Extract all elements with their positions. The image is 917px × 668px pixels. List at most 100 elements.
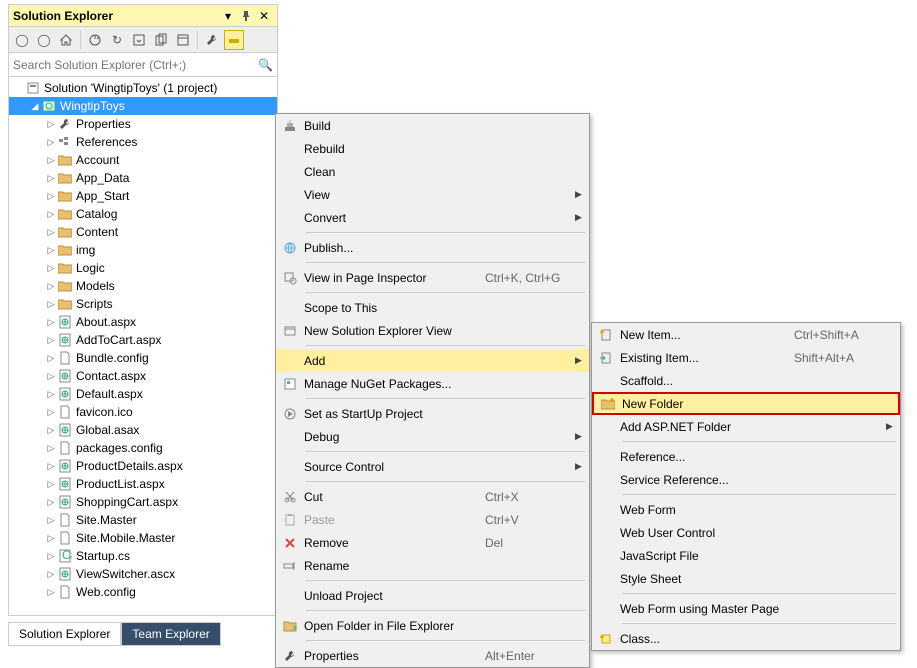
close-icon[interactable]: ✕ [255,7,273,25]
collapse-icon[interactable] [129,30,149,50]
menu-item-convert[interactable]: Convert▶ [276,206,589,229]
tree-item-24[interactable]: ▷C#Startup.cs [9,547,277,565]
expand-icon[interactable]: ▷ [45,569,57,580]
tree-item-16[interactable]: ▷favicon.ico [9,403,277,421]
tree-item-17[interactable]: ▷Global.asax [9,421,277,439]
menu-item-rebuild[interactable]: Rebuild [276,137,589,160]
tree-item-20[interactable]: ▷ProductList.aspx [9,475,277,493]
tree-item-19[interactable]: ▷ProductDetails.aspx [9,457,277,475]
submenu-item-style-sheet[interactable]: Style Sheet [592,567,900,590]
expand-icon[interactable]: ▷ [45,497,57,508]
submenu-item-web-user-control[interactable]: Web User Control [592,521,900,544]
expand-icon[interactable]: ▷ [45,353,57,364]
properties-icon[interactable] [173,30,193,50]
expand-icon[interactable]: ▷ [45,137,57,148]
tree-item-11[interactable]: ▷About.aspx [9,313,277,331]
expand-icon[interactable]: ▷ [45,299,57,310]
submenu-item-class-[interactable]: Class... [592,627,900,650]
menu-item-scope-to-this[interactable]: Scope to This [276,296,589,319]
submenu-item-add-asp-net-folder[interactable]: Add ASP.NET Folder▶ [592,415,900,438]
sync-icon[interactable] [85,30,105,50]
tree-item-4[interactable]: ▷App_Start [9,187,277,205]
expand-icon[interactable]: ▷ [45,335,57,346]
show-all-icon[interactable] [151,30,171,50]
submenu-item-new-folder[interactable]: New Folder [592,392,900,415]
expand-icon[interactable]: ▷ [45,191,57,202]
menu-item-debug[interactable]: Debug▶ [276,425,589,448]
expand-icon[interactable]: ▷ [45,371,57,382]
expand-icon[interactable]: ▷ [45,551,57,562]
submenu-item-scaffold-[interactable]: Scaffold... [592,369,900,392]
dropdown-icon[interactable]: ▾ [219,7,237,25]
tree-item-22[interactable]: ▷Site.Master [9,511,277,529]
tab-team-explorer[interactable]: Team Explorer [121,622,220,646]
wrench-icon[interactable] [202,30,222,50]
expand-icon[interactable]: ▷ [45,443,57,454]
tree-item-3[interactable]: ▷App_Data [9,169,277,187]
tree-item-0[interactable]: ▷Properties [9,115,277,133]
expand-icon[interactable]: ▷ [45,173,57,184]
expand-icon[interactable]: ▷ [45,515,57,526]
search-icon[interactable]: 🔍 [255,58,273,72]
expand-icon[interactable]: ▷ [45,533,57,544]
expand-icon[interactable]: ◢ [29,101,41,112]
tree-item-23[interactable]: ▷Site.Mobile.Master [9,529,277,547]
menu-item-clean[interactable]: Clean [276,160,589,183]
menu-item-properties[interactable]: PropertiesAlt+Enter [276,644,589,667]
menu-item-source-control[interactable]: Source Control▶ [276,455,589,478]
menu-item-view-in-page-inspector[interactable]: View in Page InspectorCtrl+K, Ctrl+G [276,266,589,289]
menu-item-unload-project[interactable]: Unload Project [276,584,589,607]
menu-item-set-as-startup-project[interactable]: Set as StartUp Project [276,402,589,425]
pin-icon[interactable] [237,7,255,25]
forward-icon[interactable]: ◯ [34,30,54,50]
expand-icon[interactable]: ▷ [45,263,57,274]
refresh-icon[interactable]: ↻ [107,30,127,50]
expand-icon[interactable]: ▷ [45,227,57,238]
tree-item-8[interactable]: ▷Logic [9,259,277,277]
tree-item-1[interactable]: ▷References [9,133,277,151]
tree-item-25[interactable]: ▷ViewSwitcher.ascx [9,565,277,583]
tree-item-18[interactable]: ▷packages.config [9,439,277,457]
expand-icon[interactable]: ▷ [45,425,57,436]
menu-item-add[interactable]: Add▶ [276,349,589,372]
submenu-item-service-reference-[interactable]: Service Reference... [592,468,900,491]
search-input[interactable] [13,58,255,72]
tree-item-14[interactable]: ▷Contact.aspx [9,367,277,385]
tree-item-12[interactable]: ▷AddToCart.aspx [9,331,277,349]
submenu-item-web-form[interactable]: Web Form [592,498,900,521]
tree-item-10[interactable]: ▷Scripts [9,295,277,313]
menu-item-view[interactable]: View▶ [276,183,589,206]
menu-item-open-folder-in-file-explorer[interactable]: Open Folder in File Explorer [276,614,589,637]
home-icon[interactable] [56,30,76,50]
expand-icon[interactable]: ▷ [45,245,57,256]
submenu-item-new-item-[interactable]: New Item...Ctrl+Shift+A [592,323,900,346]
preview-icon[interactable] [224,30,244,50]
expand-icon[interactable]: ▷ [45,479,57,490]
solution-root[interactable]: Solution 'WingtipToys' (1 project) [9,79,277,97]
submenu-item-web-form-using-master-page[interactable]: Web Form using Master Page [592,597,900,620]
menu-item-rename[interactable]: Rename [276,554,589,577]
expand-icon[interactable]: ▷ [45,461,57,472]
submenu-item-existing-item-[interactable]: Existing Item...Shift+Alt+A [592,346,900,369]
tree-item-13[interactable]: ▷Bundle.config [9,349,277,367]
menu-item-manage-nuget-packages-[interactable]: Manage NuGet Packages... [276,372,589,395]
submenu-item-javascript-file[interactable]: JavaScript File [592,544,900,567]
menu-item-remove[interactable]: RemoveDel [276,531,589,554]
tree-item-15[interactable]: ▷Default.aspx [9,385,277,403]
expand-icon[interactable]: ▷ [45,407,57,418]
submenu-item-reference-[interactable]: Reference... [592,445,900,468]
menu-item-paste[interactable]: PasteCtrl+V [276,508,589,531]
menu-item-new-solution-explorer-view[interactable]: New Solution Explorer View [276,319,589,342]
expand-icon[interactable]: ▷ [45,317,57,328]
expand-icon[interactable]: ▷ [45,155,57,166]
menu-item-build[interactable]: Build [276,114,589,137]
menu-item-cut[interactable]: CutCtrl+X [276,485,589,508]
back-icon[interactable]: ◯ [12,30,32,50]
expand-icon[interactable]: ▷ [45,209,57,220]
tree-item-26[interactable]: ▷Web.config [9,583,277,601]
project-node[interactable]: ◢WingtipToys [9,97,277,115]
expand-icon[interactable]: ▷ [45,119,57,130]
expand-icon[interactable]: ▷ [45,389,57,400]
tree-item-6[interactable]: ▷Content [9,223,277,241]
tree-item-5[interactable]: ▷Catalog [9,205,277,223]
